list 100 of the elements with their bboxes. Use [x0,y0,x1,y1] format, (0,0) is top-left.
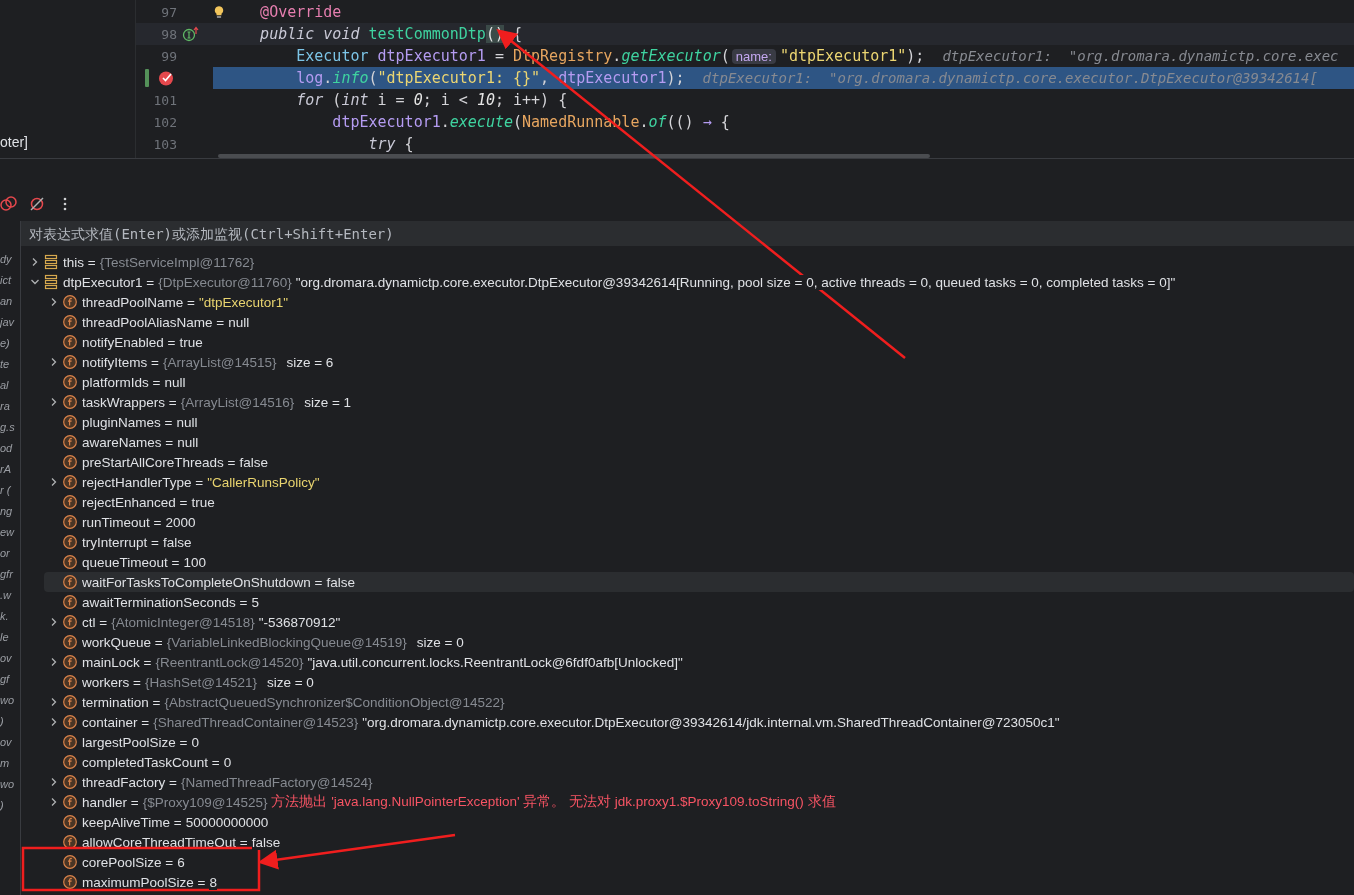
line-number: 97 [160,4,177,20]
code-text: @Override [259,3,342,21]
frame-item[interactable]: .w [0,585,20,606]
line-number: 101 [152,92,177,108]
variable-row[interactable]: threadPoolName = "dtpExecutor1" [44,292,1354,312]
variable-row[interactable]: completedTaskCount = 0 [44,752,1354,772]
horizontal-scrollbar[interactable] [218,154,930,158]
variable-row[interactable]: container = {SharedThreadContainer@14523} "org.dromara.dynamictp.core.executor.DtpExecutor@39342614/jdk.internal.vm.SharedThreadContainer@723050c1" [44,712,1354,732]
variable-name: pluginNames = [82,414,173,430]
variable-name: platformIds = [82,374,161,390]
variable-row[interactable]: notifyItems = {ArrayList@14515} size = 6 [44,352,1354,372]
chevron-down-icon[interactable] [29,277,40,287]
frame-item[interactable]: g.s [0,417,20,438]
variable-row[interactable]: corePoolSize = 6 [44,852,1354,872]
frame-item[interactable]: r ( [0,480,20,501]
variable-name: notifyItems = [82,354,159,370]
variable-row[interactable]: platformIds = null [44,372,1354,392]
frame-item[interactable]: ict [0,270,20,291]
frame-item[interactable]: ra [0,396,20,417]
object-reference: {DtpExecutor@11760} [158,274,292,290]
frame-item[interactable]: ov [0,732,20,753]
variable-name: allowCoreThreadTimeOut = [82,834,248,850]
variable-row[interactable]: largestPoolSize = 0 [44,732,1354,752]
variable-row[interactable]: runTimeout = 2000 [44,512,1354,532]
frame-item[interactable]: an [0,291,20,312]
frame-item[interactable]: k. [0,606,20,627]
variable-name: container = [82,714,150,730]
variable-name: waitForTasksToCompleteOnShutdown = [82,574,323,590]
evaluate-field[interactable]: 对表达式求值(Enter)或添加监视(Ctrl+Shift+Enter) [21,221,1354,246]
frame-item[interactable]: or [0,543,20,564]
line-number: 98 [160,26,177,42]
variable-row[interactable]: waitForTasksToCompleteOnShutdown = false [44,572,1354,592]
variable-row[interactable]: rejectHandlerType = "CallerRunsPolicy" [44,472,1354,492]
variable-name: keepAliveTime = [82,814,182,830]
variable-row[interactable]: taskWrappers = {ArrayList@14516} size = 1 [44,392,1354,412]
variable-name: runTimeout = [82,514,162,530]
lightbulb-icon[interactable] [214,4,224,20]
implements-icon[interactable] [182,26,200,42]
variable-row[interactable]: threadFactory = {NamedThreadFactory@14524} [44,772,1354,792]
variable-row[interactable]: pluginNames = null [44,412,1354,432]
variable-row[interactable]: maximumPoolSize = 8 [44,872,1354,892]
frame-item[interactable]: gfr [0,564,20,585]
variable-row[interactable]: termination = {AbstractQueuedSynchronizer$ConditionObject@14522} [44,692,1354,712]
variable-row[interactable]: workers = {HashSet@14521} size = 0 [44,672,1354,692]
variable-value: false [326,574,356,590]
breakpoint-icon[interactable] [158,70,174,86]
inline-value: dtpExecutor1: "org.dromara.dynamictp.core.executor.DtpExecutor@39342614[ [702,70,1318,86]
variable-name: ctl = [82,614,108,630]
variable-name: maximumPoolSize = [82,874,206,890]
object-reference: {AtomicInteger@14518} [111,614,255,630]
variable-row[interactable]: dtpExecutor1 = {DtpExecutor@11760} "org.dromara.dynamictp.core.executor.DtpExecutor@39342614[Running, pool size = 0, active threads = 0, queued tasks = 0, completed tasks = 0]" [25,272,1354,292]
variable-row[interactable]: handler = {$Proxy109@14525} 方法抛出 'java.lang.NullPointerException' 异常。 无法对 jdk.proxy1.$Proxy109.toString() 求值 [44,792,1354,812]
variable-row[interactable]: ctl = {AtomicInteger@14518} "-536870912" [44,612,1354,632]
variable-row[interactable]: awareNames = null [44,432,1354,452]
variable-row[interactable]: this = {TestServiceImpl@11762} [25,252,1354,272]
variable-row[interactable]: notifyEnabled = true [44,332,1354,352]
variable-row[interactable]: preStartAllCoreThreads = false [44,452,1354,472]
collection-size: size = 1 [304,394,352,410]
object-reference: {$Proxy109@14525} [142,794,268,810]
variable-row[interactable]: awaitTerminationSeconds = 5 [44,592,1354,612]
frame-item[interactable]: ew [0,522,20,543]
variable-name: tryInterrupt = [82,534,159,550]
collection-size: size = 6 [286,354,334,370]
object-reference: {TestServiceImpl@11762} [99,254,255,270]
frame-item[interactable]: wo [0,690,20,711]
frame-item[interactable]: rA [0,459,20,480]
frame-item[interactable]: gf [0,669,20,690]
project-tree-text: oter] [0,134,28,150]
variable-row[interactable]: workQueue = {VariableLinkedBlockingQueue@14519} size = 0 [44,632,1354,652]
frame-item[interactable]: dy [0,249,20,270]
mute-breakpoints-button[interactable] [28,195,46,213]
variable-name: handler = [82,794,139,810]
collection-size: size = 0 [416,634,464,650]
frame-item[interactable]: od [0,438,20,459]
variable-name: mainLock = [82,654,152,670]
variable-row[interactable]: tryInterrupt = false [44,532,1354,552]
variable-row[interactable]: keepAliveTime = 50000000000 [44,812,1354,832]
variable-row[interactable]: threadPoolAliasName = null [44,312,1354,332]
variable-name: threadFactory = [82,774,177,790]
variable-name: taskWrappers = [82,394,177,410]
frame-item[interactable]: wo [0,774,20,795]
object-reference: {HashSet@14521} [144,674,257,690]
frame-item[interactable]: te [0,354,20,375]
frame-item[interactable]: le [0,627,20,648]
frame-item[interactable]: ng [0,501,20,522]
variable-row[interactable]: mainLock = {ReentrantLock@14520} "java.util.concurrent.locks.ReentrantLock@6fdf0afb[Unlocked]" [44,652,1354,672]
code-text: "dtpExecutor1"); [779,47,925,65]
variable-row[interactable]: allowCoreThreadTimeOut = false [44,832,1354,852]
frame-item[interactable]: m [0,753,20,774]
variable-name: dtpExecutor1 = [63,274,155,290]
object-reference: {ArrayList@14516} [180,394,295,410]
view-breakpoints-button[interactable] [0,195,18,213]
frame-item[interactable]: e) [0,333,20,354]
variable-row[interactable]: rejectEnhanced = true [44,492,1354,512]
collection-size: size = 0 [266,674,314,690]
line-number: 99 [160,48,177,64]
frame-item[interactable]: ov [0,648,20,669]
variable-row[interactable]: queueTimeout = 100 [44,552,1354,572]
inline-value: dtpExecutor1: "org.dromara.dynamictp.core.exec [942,48,1339,64]
frame-item[interactable]: al [0,375,20,396]
